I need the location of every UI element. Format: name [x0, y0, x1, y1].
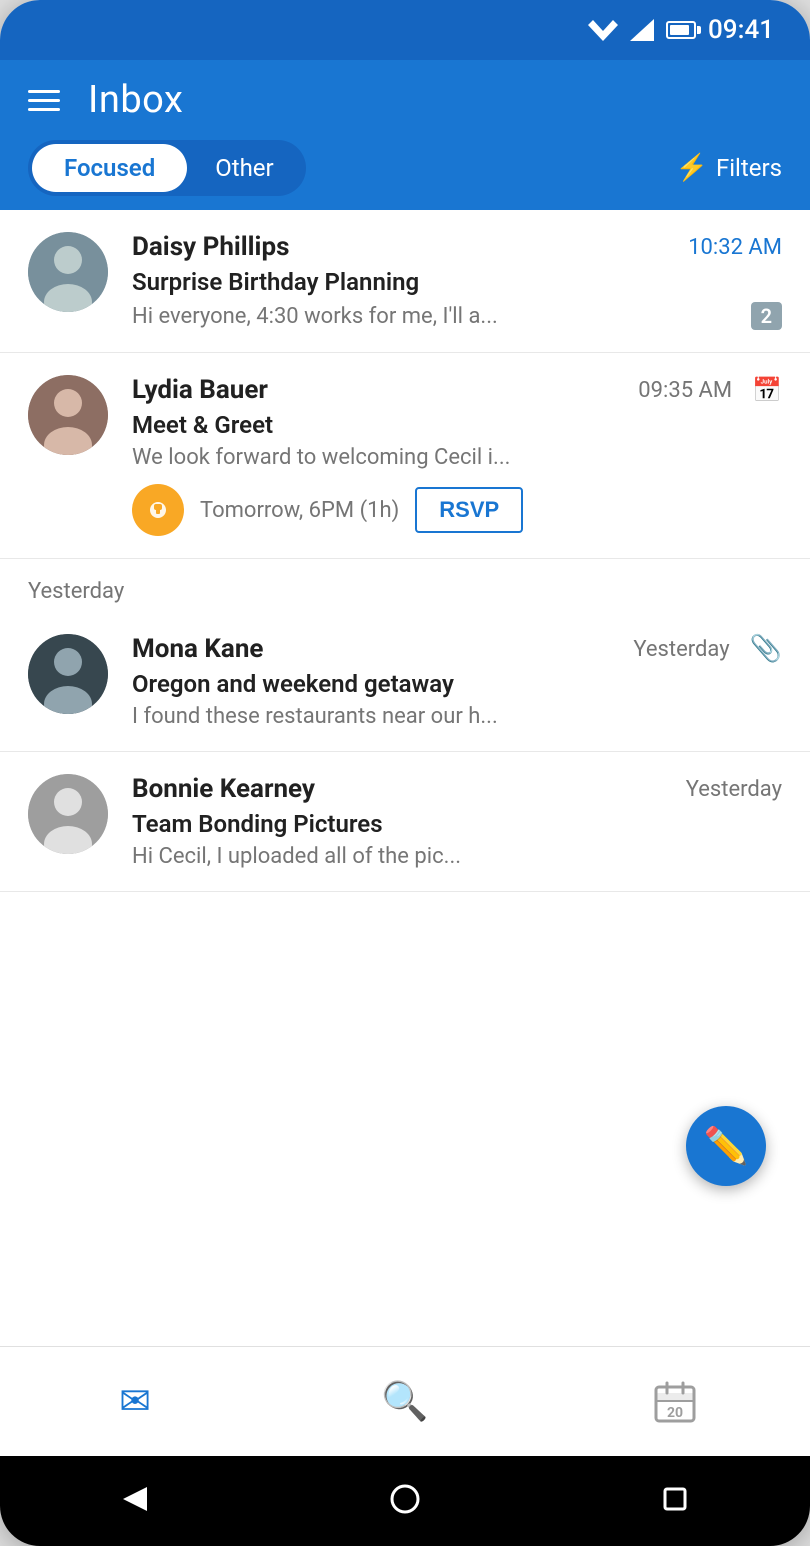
bolt-icon: ⚡ [676, 153, 708, 183]
subject-mona: Oregon and weekend getaway [132, 670, 782, 698]
status-bar: 09:41 [0, 0, 810, 60]
email-header-bonnie: Bonnie Kearney Yesterday [132, 774, 782, 804]
avatar-bonnie [28, 774, 108, 854]
email-content-lydia: Lydia Bauer 09:35 AM 📅 Meet & Greet We l… [132, 375, 782, 470]
avatar-lydia [28, 375, 108, 455]
preview-row-mona: I found these restaurants near our h... [132, 704, 782, 729]
sender-mona: Mona Kane [132, 634, 263, 664]
calendar-icon-lydia: 📅 [752, 376, 782, 404]
menu-icon[interactable] [28, 90, 60, 111]
status-time: 09:41 [708, 15, 774, 45]
preview-lydia: We look forward to welcoming Cecil i... [132, 445, 782, 470]
compose-fab[interactable]: ✏️ [686, 1106, 766, 1186]
email-content-mona: Mona Kane Yesterday 📎 Oregon and weekend… [132, 634, 782, 729]
battery-icon [666, 21, 696, 39]
nav-mail[interactable]: ✉ [0, 1379, 270, 1424]
mail-icon: ✉ [119, 1379, 151, 1424]
email-item-daisy[interactable]: Daisy Phillips 10:32 AM Surprise Birthda… [0, 210, 810, 353]
wifi-icon [588, 19, 618, 41]
attachment-icon-mona: 📎 [750, 634, 782, 664]
sender-daisy: Daisy Phillips [132, 232, 289, 262]
status-icons: 09:41 [588, 15, 774, 45]
badge-daisy: 2 [751, 302, 782, 330]
bottom-nav: ✉ 🔍 20 [0, 1346, 810, 1456]
app-bar-top: Inbox [28, 78, 782, 122]
subject-daisy: Surprise Birthday Planning [132, 268, 782, 296]
preview-mona: I found these restaurants near our h... [132, 704, 782, 729]
email-header-daisy: Daisy Phillips 10:32 AM [132, 232, 782, 262]
rsvp-button[interactable]: RSVP [415, 487, 523, 533]
event-time-text: Tomorrow, 6PM (1h) [200, 498, 399, 523]
subject-lydia: Meet & Greet [132, 411, 782, 439]
filters-button[interactable]: ⚡ Filters [676, 153, 782, 183]
android-home[interactable] [387, 1481, 423, 1521]
time-bonnie: Yesterday [686, 777, 782, 802]
app-bar: Inbox Focused Other ⚡ Filters [0, 60, 810, 210]
android-recents[interactable] [657, 1481, 693, 1521]
search-icon: 🔍 [381, 1380, 428, 1424]
time-daisy: 10:32 AM [688, 235, 782, 260]
signal-icon [630, 19, 654, 41]
email-header-lydia: Lydia Bauer 09:35 AM 📅 [132, 375, 782, 405]
email-item-lydia[interactable]: Lydia Bauer 09:35 AM 📅 Meet & Greet We l… [0, 353, 810, 559]
preview-row-bonnie: Hi Cecil, I uploaded all of the pic... [132, 844, 782, 869]
preview-daisy: Hi everyone, 4:30 works for me, I'll a..… [132, 304, 739, 329]
sender-lydia: Lydia Bauer [132, 375, 268, 405]
avatar-daisy [28, 232, 108, 312]
avatar-mona [28, 634, 108, 714]
app-title: Inbox [88, 78, 183, 122]
time-lydia: 09:35 AM [638, 378, 732, 403]
phone-frame: 09:41 Inbox Focused Other ⚡ Filters [0, 0, 810, 1546]
email-content-bonnie: Bonnie Kearney Yesterday Team Bonding Pi… [132, 774, 782, 869]
svg-text:20: 20 [667, 1405, 683, 1421]
nav-calendar[interactable]: 20 [540, 1380, 810, 1424]
tab-group: Focused Other [28, 140, 306, 196]
android-back[interactable] [117, 1481, 153, 1521]
email-header-mona: Mona Kane Yesterday 📎 [132, 634, 782, 664]
time-mona: Yesterday [633, 637, 729, 662]
tab-other[interactable]: Other [187, 144, 301, 192]
event-icon-circle [132, 484, 184, 536]
nav-search[interactable]: 🔍 [270, 1380, 540, 1424]
calendar-icon: 20 [653, 1380, 697, 1424]
email-content-daisy: Daisy Phillips 10:32 AM Surprise Birthda… [132, 232, 782, 330]
subject-bonnie: Team Bonding Pictures [132, 810, 782, 838]
sender-bonnie: Bonnie Kearney [132, 774, 315, 804]
preview-row-lydia: We look forward to welcoming Cecil i... [132, 445, 782, 470]
tab-focused[interactable]: Focused [32, 144, 187, 192]
android-nav [0, 1456, 810, 1546]
email-item-bonnie[interactable]: Bonnie Kearney Yesterday Team Bonding Pi… [0, 752, 810, 892]
section-label-yesterday: Yesterday [0, 559, 810, 612]
preview-row-daisy: Hi everyone, 4:30 works for me, I'll a..… [132, 302, 782, 330]
filters-label: Filters [716, 154, 782, 182]
email-list: Daisy Phillips 10:32 AM Surprise Birthda… [0, 210, 810, 1346]
tab-row: Focused Other ⚡ Filters [28, 140, 782, 210]
preview-bonnie: Hi Cecil, I uploaded all of the pic... [132, 844, 782, 869]
compose-icon: ✏️ [704, 1125, 749, 1167]
email-item-mona[interactable]: Mona Kane Yesterday 📎 Oregon and weekend… [0, 612, 810, 752]
event-row-lydia: Tomorrow, 6PM (1h) RSVP [132, 484, 523, 536]
